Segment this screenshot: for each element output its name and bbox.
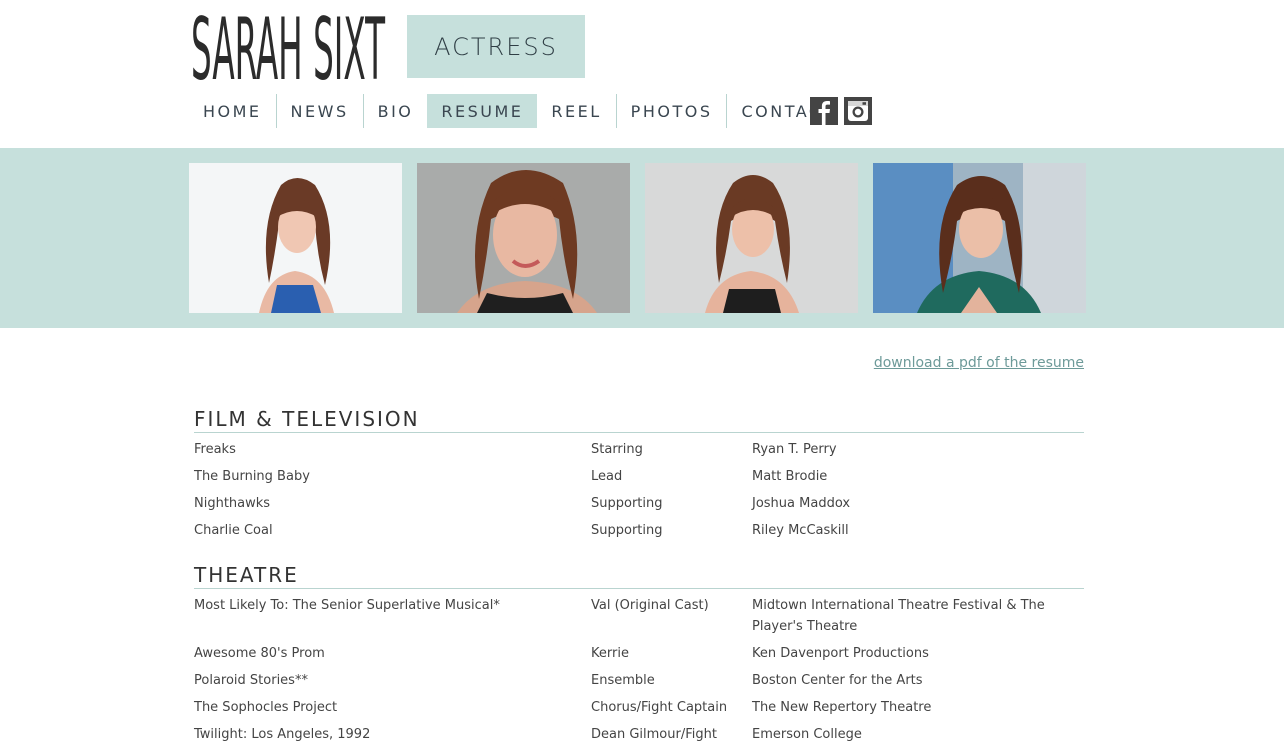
credit-role: Lead — [591, 469, 623, 484]
resume-section-film: FILM & TELEVISION Freaks Starring Ryan T… — [194, 406, 1084, 547]
instagram-icon[interactable] — [844, 97, 872, 125]
credit-role: Val (Original Cast) — [591, 598, 709, 613]
credit-title: Freaks — [194, 442, 236, 457]
credit-venue: Emerson College — [752, 727, 862, 742]
nav-bio[interactable]: BIO — [362, 94, 428, 128]
table-row: Polaroid Stories** Ensemble Boston Cente… — [194, 670, 1084, 691]
credit-role: Supporting — [591, 523, 663, 538]
site-logo[interactable]: SARAH SIXT — [191, 6, 387, 84]
credit-title: Nighthawks — [194, 496, 271, 511]
headshot-gallery — [0, 148, 1284, 328]
credit-role: Chorus/Fight Captain — [591, 700, 728, 715]
facebook-icon[interactable] — [810, 97, 838, 125]
credit-title: The Sophocles Project — [194, 700, 338, 715]
headshot-photo-2[interactable] — [417, 163, 630, 313]
main-nav: HOME NEWS BIO RESUME REEL PHOTOS CONTACT — [189, 94, 849, 128]
section-title: FILM & TELEVISION — [194, 406, 1084, 433]
credit-title: Awesome 80's Prom — [194, 646, 325, 661]
section-title: THEATRE — [194, 562, 1084, 589]
credit-role: Dean Gilmour/Fight — [591, 727, 717, 742]
logo-text: SARAH SIXT — [191, 6, 385, 84]
credit-role: Starring — [591, 442, 643, 457]
role-badge: ACTRESS — [407, 15, 585, 78]
resume-section-theatre: THEATRE Most Likely To: The Senior Super… — [194, 562, 1084, 751]
credit-role: Supporting — [591, 496, 663, 511]
headshot-photo-4[interactable] — [873, 163, 1086, 313]
nav-home[interactable]: HOME — [189, 94, 276, 128]
credit-director: Matt Brodie — [752, 469, 828, 484]
credit-title: Charlie Coal — [194, 523, 273, 538]
credit-role: Kerrie — [591, 646, 629, 661]
credit-director: Joshua Maddox — [752, 496, 851, 511]
table-row: Most Likely To: The Senior Superlative M… — [194, 595, 1084, 637]
table-row: Charlie Coal Supporting Riley McCaskill — [194, 520, 1084, 541]
credit-title: The Burning Baby — [194, 469, 310, 484]
credit-venue: The New Repertory Theatre — [752, 700, 932, 715]
table-row: Awesome 80's Prom Kerrie Ken Davenport P… — [194, 643, 1084, 664]
credit-title: Polaroid Stories** — [194, 673, 308, 688]
site-header: SARAH SIXT ACTRESS HOME NEWS BIO RESUME … — [0, 0, 1284, 148]
table-row: Freaks Starring Ryan T. Perry — [194, 439, 1084, 460]
download-pdf-link[interactable]: download a pdf of the resume — [874, 355, 1084, 371]
credit-title: Most Likely To: The Senior Superlative M… — [194, 598, 500, 613]
nav-resume[interactable]: RESUME — [427, 94, 538, 128]
table-row: Nighthawks Supporting Joshua Maddox — [194, 493, 1084, 514]
nav-photos[interactable]: PHOTOS — [615, 94, 727, 128]
table-row: The Sophocles Project Chorus/Fight Capta… — [194, 697, 1084, 718]
credit-director: Ryan T. Perry — [752, 442, 837, 457]
nav-news[interactable]: NEWS — [275, 94, 363, 128]
credit-venue: Ken Davenport Productions — [752, 646, 929, 661]
credit-title: Twilight: Los Angeles, 1992 — [194, 727, 371, 742]
nav-reel[interactable]: REEL — [537, 94, 615, 128]
credit-role: Ensemble — [591, 673, 655, 688]
credit-venue: Boston Center for the Arts — [752, 673, 923, 688]
headshot-photo-3[interactable] — [645, 163, 858, 313]
table-row: The Burning Baby Lead Matt Brodie — [194, 466, 1084, 487]
table-row: Twilight: Los Angeles, 1992 Dean Gilmour… — [194, 724, 1084, 745]
credit-director: Riley McCaskill — [752, 523, 849, 538]
headshot-photo-1[interactable] — [189, 163, 402, 313]
credit-venue: Midtown International Theatre Festival &… — [752, 598, 1045, 634]
